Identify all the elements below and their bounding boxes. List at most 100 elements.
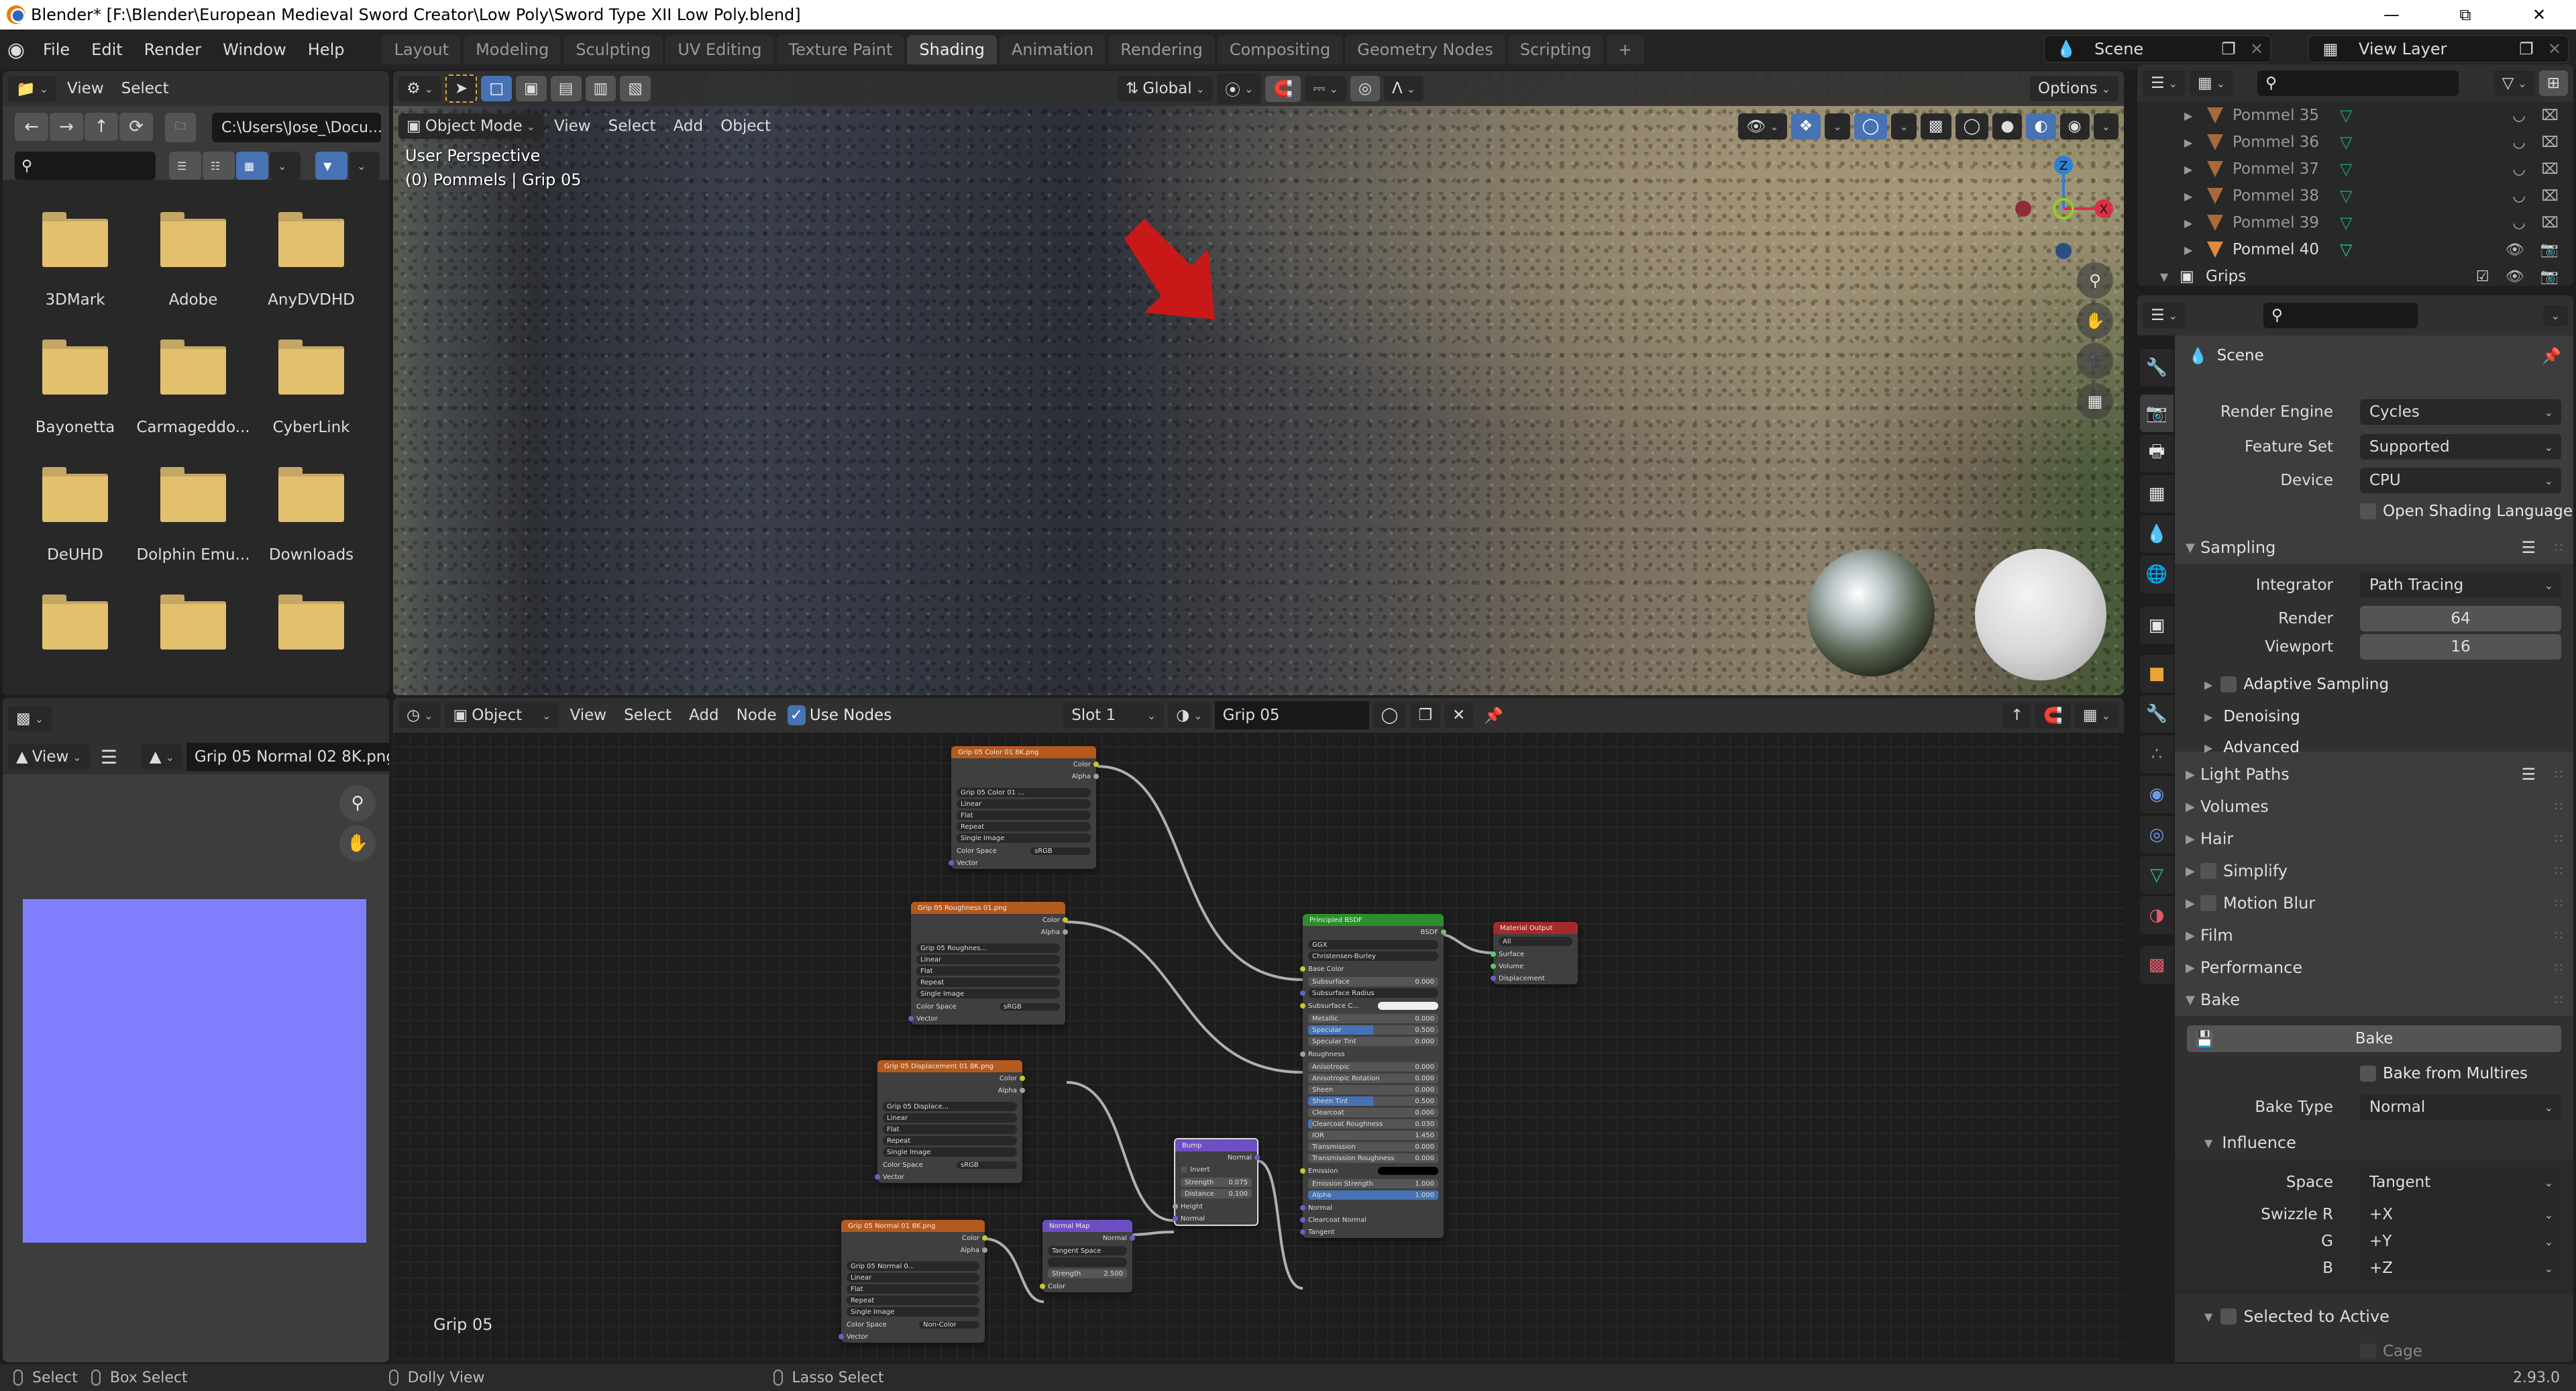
- performance-panel[interactable]: ▶ Performance ∷: [2175, 951, 2573, 984]
- bsdf-field-transmission-roughness[interactable]: Transmission Roughness 0.000: [1308, 1153, 1438, 1163]
- input-socket-color[interactable]: [1040, 1284, 1045, 1289]
- folder-item[interactable]: Carmageddo...: [134, 326, 252, 439]
- device-dropdown[interactable]: CPU ⌄: [2360, 468, 2561, 493]
- input-socket-height[interactable]: [1173, 1204, 1178, 1209]
- pivot-point-icon[interactable]: ⦿ ⌄: [1217, 73, 1262, 104]
- parent-directory-icon[interactable]: ↑: [85, 113, 118, 141]
- editor-type-file-browser-icon[interactable]: 📁 ⌄: [8, 75, 57, 102]
- rendered-shading-icon[interactable]: ◉: [2059, 113, 2090, 140]
- input-socket-tangent[interactable]: [1300, 1229, 1305, 1235]
- image-texture-node-normal[interactable]: Grip 05 Normal 01 8K.png Color Alpha Gri…: [839, 1220, 987, 1343]
- film-panel[interactable]: ▶ Film ∷: [2175, 919, 2573, 951]
- hidden-eye-icon[interactable]: ◡: [2512, 188, 2525, 205]
- delete-view-layer-icon[interactable]: ✕: [2541, 40, 2568, 58]
- simplify-panel[interactable]: ▶ Simplify ∷: [2175, 855, 2573, 887]
- view-layer-tab-icon[interactable]: ▦: [2140, 475, 2174, 513]
- color-swatch[interactable]: [1378, 1167, 1438, 1175]
- editor-type-3d-icon[interactable]: ⚙ ⌄: [398, 76, 442, 101]
- display-options-chevron-icon[interactable]: ⌄: [270, 152, 301, 180]
- bake-button[interactable]: 💾 Bake: [2187, 1025, 2561, 1052]
- bump-node[interactable]: Bump Normal Invert Strength 0.075 Distanc…: [1173, 1138, 1260, 1226]
- back-arrow-icon[interactable]: ←: [15, 113, 48, 141]
- distance-field[interactable]: Distance 0.100: [1181, 1189, 1252, 1198]
- bsdf-field-sheen-tint[interactable]: Sheen Tint 0.500: [1308, 1096, 1438, 1106]
- snap-toggle-icon[interactable]: 🧲: [1265, 75, 1301, 102]
- node-header[interactable]: Grip 05 Normal 01 8K.png: [841, 1220, 985, 1232]
- adaptive-sampling-checkbox[interactable]: [2220, 676, 2237, 692]
- drag-handle-icon[interactable]: ∷: [2555, 929, 2563, 943]
- image-selector[interactable]: Grip 05 Normal 0...: [847, 1261, 979, 1271]
- input-socket-vector[interactable]: [949, 860, 954, 866]
- tab-geometry-nodes[interactable]: Geometry Nodes: [1345, 35, 1505, 64]
- space-dropdown[interactable]: Tangent Space: [1048, 1246, 1127, 1255]
- add-workspace-button[interactable]: +: [1606, 35, 1644, 64]
- zoom-view-icon[interactable]: ⚲: [2077, 262, 2113, 299]
- output-socket-normal[interactable]: [1254, 1155, 1260, 1160]
- menu-render[interactable]: Render: [133, 40, 212, 59]
- camera-view-icon[interactable]: 🎥: [2077, 343, 2113, 379]
- gizmo-chevron-icon[interactable]: ⌄: [1825, 113, 1850, 140]
- proportional-editing-icon[interactable]: ◎: [1350, 76, 1380, 101]
- selected-to-active-header[interactable]: ▼ Selected to Active: [2175, 1298, 2573, 1335]
- menu-edit[interactable]: Edit: [80, 40, 133, 59]
- hamburger-menu-icon[interactable]: ☰: [94, 746, 124, 768]
- input-socket-surface[interactable]: [1491, 951, 1496, 957]
- maximize-button[interactable]: ⧉: [2428, 5, 2502, 24]
- drag-handle-icon[interactable]: ∷: [2555, 832, 2563, 846]
- source-dropdown[interactable]: Single Image: [883, 1147, 1017, 1157]
- particles-tab-icon[interactable]: ∴: [2140, 735, 2174, 773]
- tab-animation[interactable]: Animation: [999, 35, 1106, 64]
- texture-tab-icon[interactable]: ▩: [2140, 946, 2174, 984]
- bsdf-field-emission-strength[interactable]: Emission Strength 1.000: [1308, 1179, 1438, 1188]
- projection-dropdown[interactable]: Flat: [916, 966, 1060, 976]
- tab-compositing[interactable]: Compositing: [1217, 35, 1343, 64]
- subsurface-method-dropdown[interactable]: Christensen-Burley: [1308, 951, 1438, 961]
- hair-panel[interactable]: ▶ Hair ∷: [2175, 823, 2573, 855]
- delete-scene-icon[interactable]: ✕: [2243, 40, 2270, 58]
- hidden-eye-icon[interactable]: ◡: [2512, 215, 2525, 231]
- output-socket-alpha[interactable]: [1063, 929, 1068, 935]
- presets-list-icon[interactable]: ☰: [2521, 765, 2536, 784]
- select-mode-subtract-icon[interactable]: ▤: [550, 76, 582, 101]
- input-socket-volume[interactable]: [1491, 964, 1496, 969]
- solid-shading-icon[interactable]: ●: [1992, 113, 2023, 140]
- viewport-menu-view[interactable]: View: [547, 117, 598, 135]
- advanced-subpanel[interactable]: ▶ Advanced: [2175, 734, 2573, 761]
- folder-item[interactable]: Bayonetta: [16, 326, 134, 439]
- output-socket-color[interactable]: [1093, 762, 1099, 767]
- outliner-filter-icon[interactable]: ▽ ⌄: [2493, 70, 2535, 96]
- outliner-row[interactable]: ▶ Pommel 36 ▽ ◡ ⌧: [2137, 129, 2573, 156]
- tab-rendering[interactable]: Rendering: [1108, 35, 1215, 64]
- forward-arrow-icon[interactable]: →: [50, 113, 83, 141]
- output-socket-color[interactable]: [1063, 917, 1068, 923]
- menu-window[interactable]: Window: [212, 40, 297, 59]
- input-socket-subsurface-c[interactable]: [1300, 1003, 1305, 1009]
- shading-options-chevron-icon[interactable]: ⌄: [2093, 113, 2118, 140]
- image-name-field[interactable]: Grip 05 Normal 02 8K.png: [186, 743, 389, 771]
- cage-checkbox[interactable]: [2360, 1343, 2376, 1359]
- select-mode-invert-icon[interactable]: ▥: [585, 76, 616, 101]
- folder-item[interactable]: Adobe: [134, 199, 252, 311]
- output-socket-color[interactable]: [1020, 1076, 1025, 1081]
- hidden-eye-icon[interactable]: ◡: [2512, 161, 2525, 178]
- projection-dropdown[interactable]: Flat: [957, 811, 1091, 820]
- folder-item[interactable]: AnyDVDHD: [252, 199, 370, 311]
- render-disabled-icon[interactable]: ⌧: [2542, 161, 2559, 178]
- bsdf-field-ior[interactable]: IOR 1.450: [1308, 1131, 1438, 1140]
- presets-list-icon[interactable]: ☰: [2521, 538, 2536, 557]
- input-socket-normal[interactable]: [1300, 1205, 1305, 1210]
- drag-handle-icon[interactable]: ∷: [2555, 961, 2563, 975]
- output-socket-color[interactable]: [982, 1235, 987, 1241]
- vertical-list-icon[interactable]: ☰: [169, 152, 201, 180]
- viewport-menu-add[interactable]: Add: [667, 117, 710, 135]
- input-socket-roughness[interactable]: [1300, 1051, 1305, 1057]
- refresh-icon[interactable]: ⟳: [119, 113, 153, 141]
- bsdf-field-subsurface[interactable]: Subsurface 0.000: [1308, 977, 1438, 986]
- mesh-data-icon[interactable]: ▽: [2340, 133, 2367, 152]
- node-header[interactable]: Material Output: [1493, 922, 1578, 934]
- normal-map-node[interactable]: Normal Map Normal Tangent Space Strength…: [1040, 1220, 1135, 1292]
- tab-layout[interactable]: Layout: [382, 35, 462, 64]
- expand-arrow-icon[interactable]: ▶: [2184, 244, 2198, 256]
- material-tab-icon[interactable]: ◑: [2140, 896, 2174, 934]
- node-header[interactable]: Grip 05 Displacement 01 8K.png: [877, 1060, 1022, 1072]
